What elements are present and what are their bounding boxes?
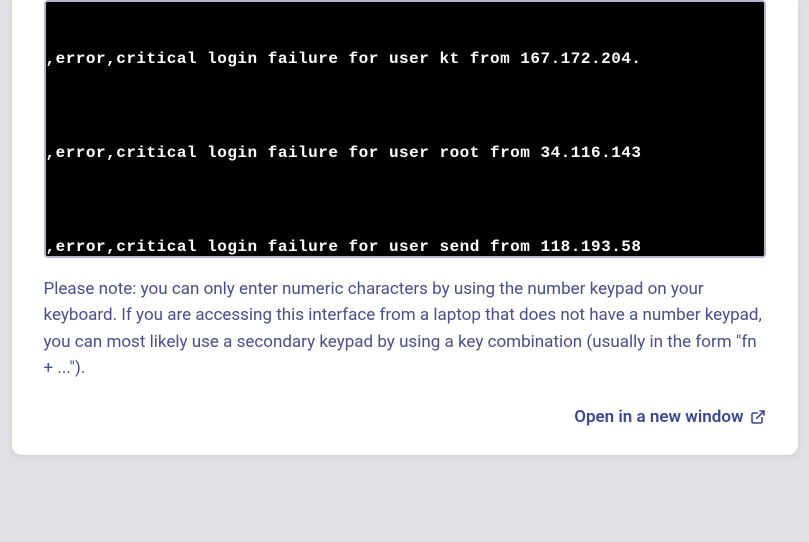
external-link-icon	[750, 409, 766, 425]
terminal-scroll-area[interactable]: ,error,critical login failure for user k…	[46, 2, 764, 256]
terminal-line: ,error,critical login failure for user s…	[46, 238, 764, 257]
link-row: Open in a new window	[44, 407, 766, 427]
terminal-line: ,error,critical login failure for user k…	[46, 50, 764, 69]
open-new-window-label: Open in a new window	[574, 407, 743, 427]
terminal-line: ,error,critical login failure for user r…	[46, 144, 764, 163]
console-card: ,error,critical login failure for user k…	[12, 0, 798, 455]
open-new-window-link[interactable]: Open in a new window	[574, 407, 765, 427]
terminal-content: ,error,critical login failure for user k…	[46, 2, 764, 256]
keypad-note: Please note: you can only enter numeric …	[44, 276, 766, 381]
terminal-frame: ,error,critical login failure for user k…	[44, 0, 766, 258]
